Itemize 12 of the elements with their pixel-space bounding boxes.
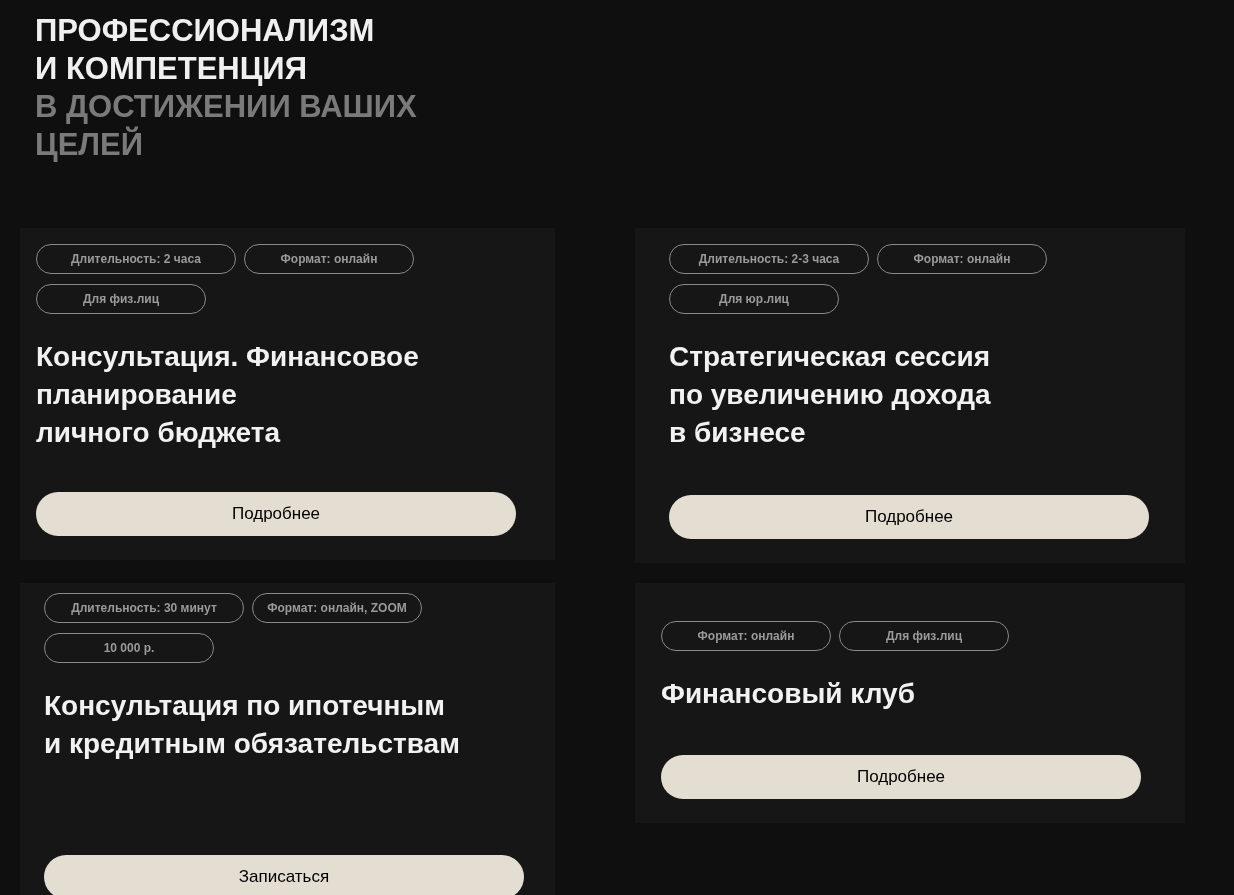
- card-title: Консультация. Финансовое планирование личного бюджета: [36, 340, 420, 450]
- card-title: Финансовый клуб: [661, 677, 916, 711]
- details-button[interactable]: Записаться: [44, 855, 524, 895]
- card-title: Стратегическая сессия по увеличению дохода в бизнесе: [669, 340, 992, 450]
- heading-line: В ДОСТИЖЕНИИ ВАШИХ: [35, 88, 418, 126]
- card-title: Консультация по ипотечным и кредитным обязательствам: [44, 689, 461, 761]
- details-button[interactable]: Подробнее: [669, 495, 1149, 539]
- details-button[interactable]: Подробнее: [36, 492, 516, 536]
- heading-line: И КОМПЕТЕНЦИЯ: [35, 50, 308, 88]
- heading-line: ЦЕЛЕЙ: [35, 126, 145, 164]
- heading-line: ПРОФЕССИОНАЛИЗМ: [35, 12, 376, 50]
- details-button[interactable]: Подробнее: [661, 755, 1141, 799]
